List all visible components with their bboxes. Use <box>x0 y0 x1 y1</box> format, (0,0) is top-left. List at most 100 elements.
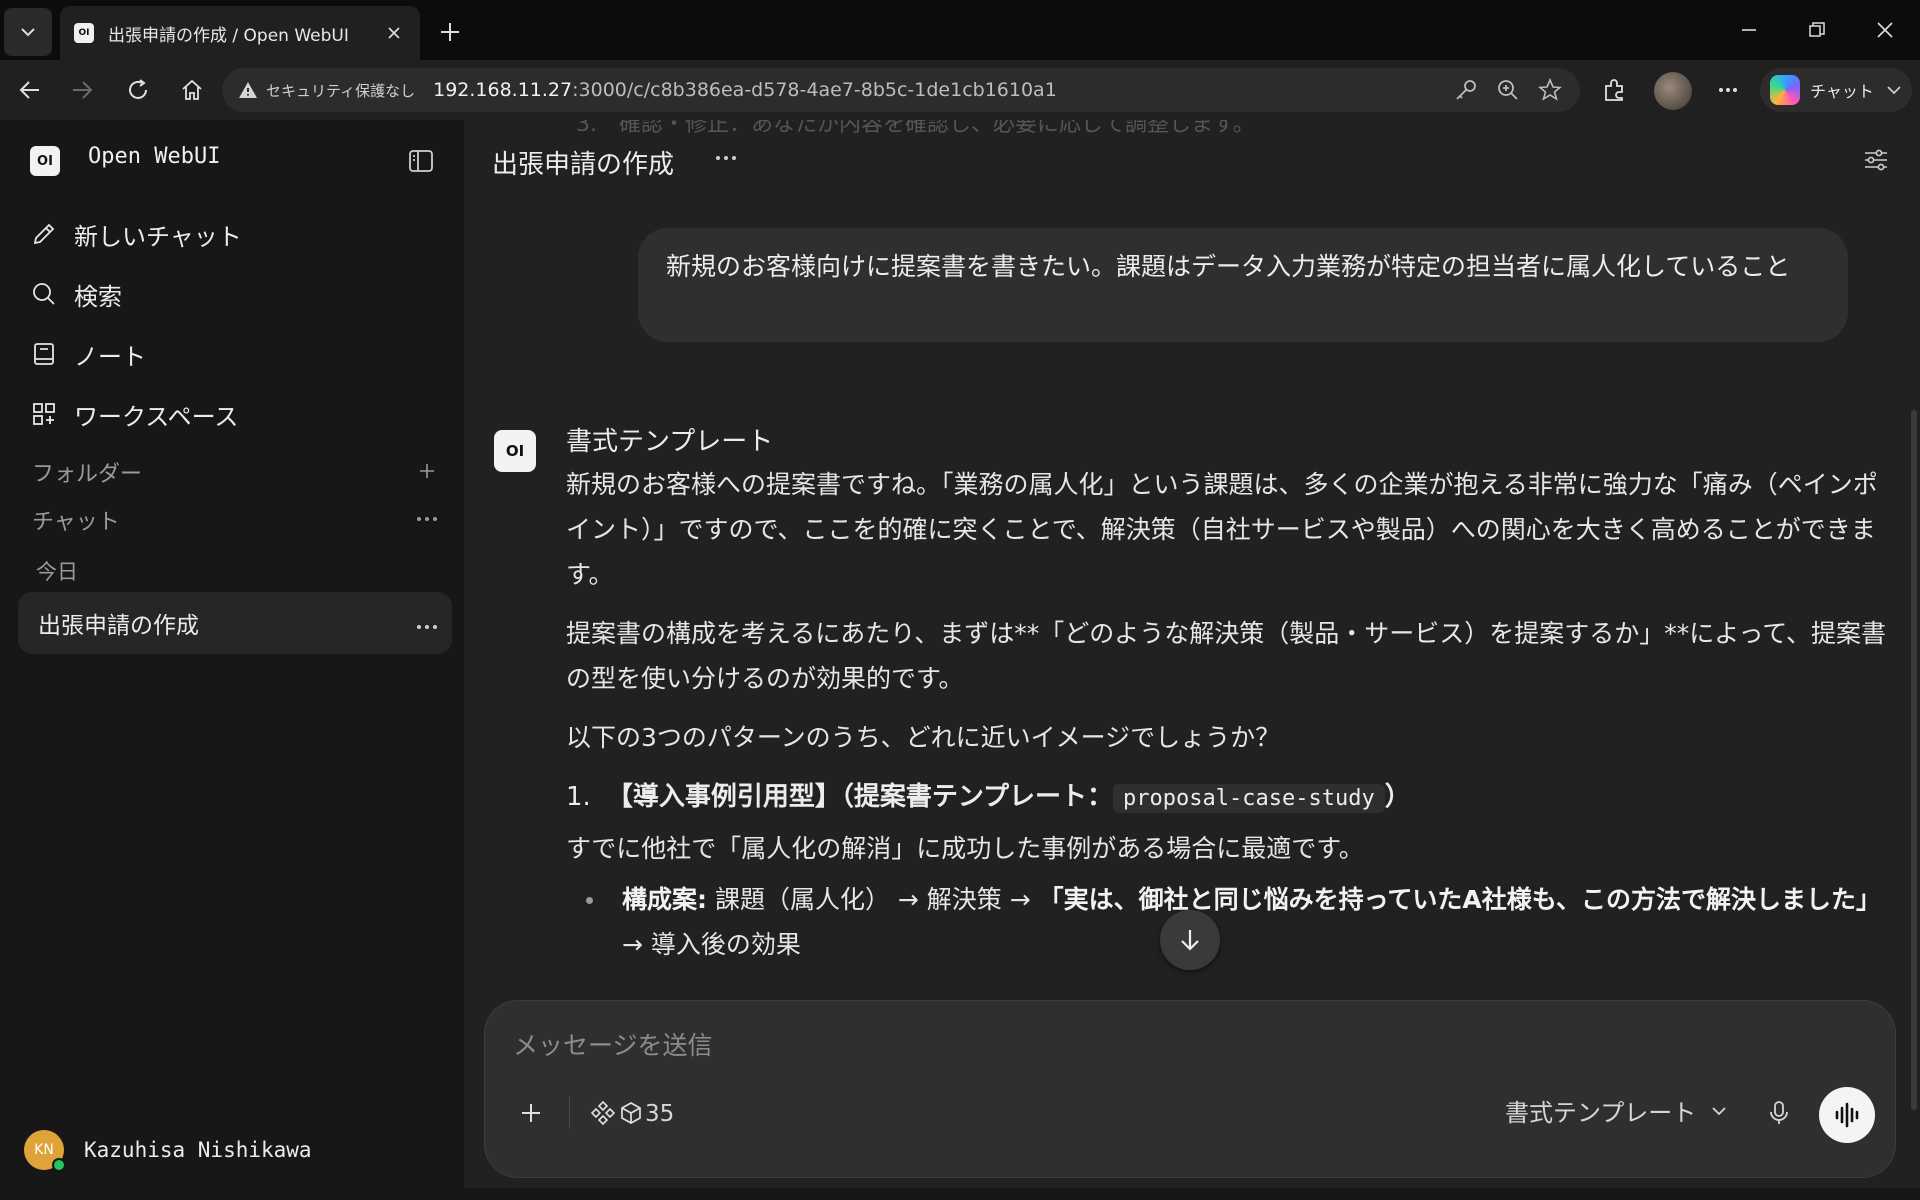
bullet-label: 構成案: <box>622 885 707 914</box>
user-menu-button[interactable]: KN Kazuhisa Nishikawa <box>24 1130 312 1172</box>
favicon-icon: OI <box>74 23 94 43</box>
chat-item-more-button[interactable] <box>402 609 452 637</box>
model-selector-label: 書式テンプレート <box>1505 1099 1697 1127</box>
assistant-list-heading: 1. 【導入事例引用型】（提案書テンプレート： proposal-case-stud… <box>566 774 1886 822</box>
sidebar-toggle-button[interactable] <box>406 146 436 176</box>
assistant-paragraph: 提案書の構成を考えるにあたり、まずは**「どのような解決策（製品・サービス）を提… <box>566 619 1887 693</box>
security-status[interactable]: セキュリティ保護なし <box>266 80 415 101</box>
more-menu-button[interactable] <box>1710 72 1746 108</box>
chat-controls-button[interactable] <box>1860 144 1892 176</box>
profile-avatar[interactable] <box>1654 72 1692 110</box>
home-icon <box>182 79 202 100</box>
back-button[interactable] <box>10 70 50 110</box>
chat-scrollbar[interactable] <box>1911 410 1917 1110</box>
reload-button[interactable] <box>118 70 158 110</box>
copilot-icon <box>1770 75 1800 105</box>
copilot-button[interactable]: チャット <box>1760 68 1912 112</box>
sidebar-item-label: ノート <box>74 342 146 371</box>
tab-actions-menu-button[interactable] <box>4 8 52 56</box>
bullet-bold-text: 「実は、御社と同じ悩みを持っていたA社様も、この方法で解決しました」 <box>1038 885 1881 914</box>
message-input[interactable] <box>513 1023 1853 1067</box>
chat-list-item-active[interactable]: 出張申請の作成 <box>18 592 452 654</box>
close-icon <box>1877 22 1893 38</box>
assistant-message-body: 書式テンプレート 新規のお客様への提案書ですね。「業務の属人化」という課題は、多… <box>566 422 1886 967</box>
home-button[interactable] <box>172 70 212 110</box>
assistant-paragraph: 新規のお客様への提案書ですね。「業務の属人化」という課題は、多くの企業が抱える非… <box>566 470 1878 589</box>
open-webui-app: OI Open WebUI 新しいチャット 検索 ノート ワークスペース フォル… <box>0 120 1920 1200</box>
url-text[interactable]: 192.168.11.27:3000/c/c8b386ea-d578-4ae7-… <box>433 79 1057 101</box>
bullet-text: 課題（属人化） → 解決策 → <box>707 885 1039 914</box>
plus-icon <box>441 23 459 41</box>
more-horizontal-icon <box>1719 88 1737 92</box>
voice-mode-button[interactable] <box>1819 1087 1875 1143</box>
chats-section-label[interactable]: チャット <box>32 504 120 536</box>
extensions-button[interactable] <box>1596 72 1632 108</box>
assistant-model-name: 書式テンプレート <box>566 427 774 457</box>
close-icon <box>388 27 400 39</box>
sidebar-item-search[interactable]: 検索 <box>18 264 446 324</box>
warning-icon <box>239 82 257 98</box>
grid-icon <box>30 400 58 428</box>
bullet-dot <box>586 897 593 904</box>
zoom-in-icon <box>1498 80 1518 100</box>
avatar: KN <box>24 1130 66 1172</box>
pencil-icon <box>30 220 58 248</box>
browser-tab-bar: OI 出張申請の作成 / Open WebUI <box>0 0 1920 60</box>
restore-button[interactable] <box>1792 10 1842 50</box>
chat-main: 新規のお客様向けに提案書を書きたい。課題はデータ入力業務が特定の担当者に属人化し… <box>464 120 1920 1188</box>
scroll-to-bottom-button[interactable] <box>1160 910 1220 970</box>
list-heading-text: 【導入事例引用型】（提案書テンプレート： <box>606 782 1114 812</box>
list-number: 1. <box>566 782 591 812</box>
sidebar-nav: 新しいチャット 検索 ノート ワークスペース <box>18 204 446 444</box>
online-status-dot <box>52 1158 66 1172</box>
sidebar-item-notes[interactable]: ノート <box>18 324 446 384</box>
zoom-button[interactable] <box>1494 76 1522 104</box>
new-tab-button[interactable] <box>432 14 468 50</box>
dictate-button[interactable] <box>1757 1091 1801 1135</box>
forward-button[interactable] <box>62 70 102 110</box>
sidebar-item-new-chat[interactable]: 新しいチャット <box>18 204 446 264</box>
close-window-button[interactable] <box>1860 10 1910 50</box>
app-logo[interactable]: OI <box>30 146 60 176</box>
bullet-text: → 導入後の効果 <box>622 930 801 959</box>
chevron-down-icon <box>1887 86 1901 95</box>
assistant-paragraph: 以下の3つのパターンのうち、どれに近いイメージでしょうか？ <box>566 723 1281 752</box>
folders-section-label[interactable]: フォルダー <box>32 456 142 488</box>
cube-icon <box>621 1102 641 1124</box>
assistant-bullet: 構成案: 課題（属人化） → 解決策 → 「実は、御社と同じ悩みを持っていたA社… <box>566 877 1886 967</box>
sidebar-panel-icon <box>409 150 433 172</box>
plus-icon <box>420 464 434 478</box>
copilot-label: チャット <box>1810 82 1874 101</box>
model-selector[interactable]: 書式テンプレート <box>1505 1093 1728 1128</box>
sidebar-item-label: ワークスペース <box>74 402 239 431</box>
sidebar-item-workspace[interactable]: ワークスペース <box>18 384 446 444</box>
inline-code[interactable]: proposal-case-study <box>1113 784 1385 813</box>
chat-menu-button[interactable] <box>714 142 738 179</box>
password-key-button[interactable] <box>1452 76 1480 104</box>
app-name[interactable]: Open WebUI <box>88 144 220 169</box>
browser-toolbar: セキュリティ保護なし 192.168.11.27:3000/c/c8b386ea… <box>0 60 1920 120</box>
chats-section-more-button[interactable] <box>412 504 442 534</box>
favorite-button[interactable] <box>1536 76 1564 104</box>
tools-count[interactable]: 35 <box>645 1101 674 1127</box>
sidebar-item-label: 新しいチャット <box>74 222 242 251</box>
browser-tab[interactable]: OI 出張申請の作成 / Open WebUI <box>60 6 420 60</box>
microphone-icon <box>1770 1101 1788 1124</box>
arrow-right-icon <box>73 81 93 99</box>
attach-button[interactable] <box>509 1091 553 1135</box>
key-icon <box>1456 80 1476 100</box>
notebook-icon <box>30 340 58 368</box>
minimize-button[interactable] <box>1724 10 1774 50</box>
tab-title: 出張申請の作成 / Open WebUI <box>108 25 349 46</box>
chat-title[interactable]: 出張申請の作成 <box>492 144 674 181</box>
assistant-avatar: OI <box>494 430 536 472</box>
url-host: 192.168.11.27 <box>433 79 573 101</box>
date-group-label: 今日 <box>36 560 78 584</box>
reload-icon <box>129 79 147 99</box>
address-bar[interactable]: セキュリティ保護なし 192.168.11.27:3000/c/c8b386ea… <box>222 68 1580 112</box>
star-icon <box>1538 78 1562 101</box>
more-horizontal-icon <box>417 625 437 629</box>
sidebar: OI Open WebUI 新しいチャット 検索 ノート ワークスペース フォル… <box>0 120 464 1188</box>
add-folder-button[interactable] <box>412 456 442 486</box>
tab-close-button[interactable] <box>382 21 406 45</box>
